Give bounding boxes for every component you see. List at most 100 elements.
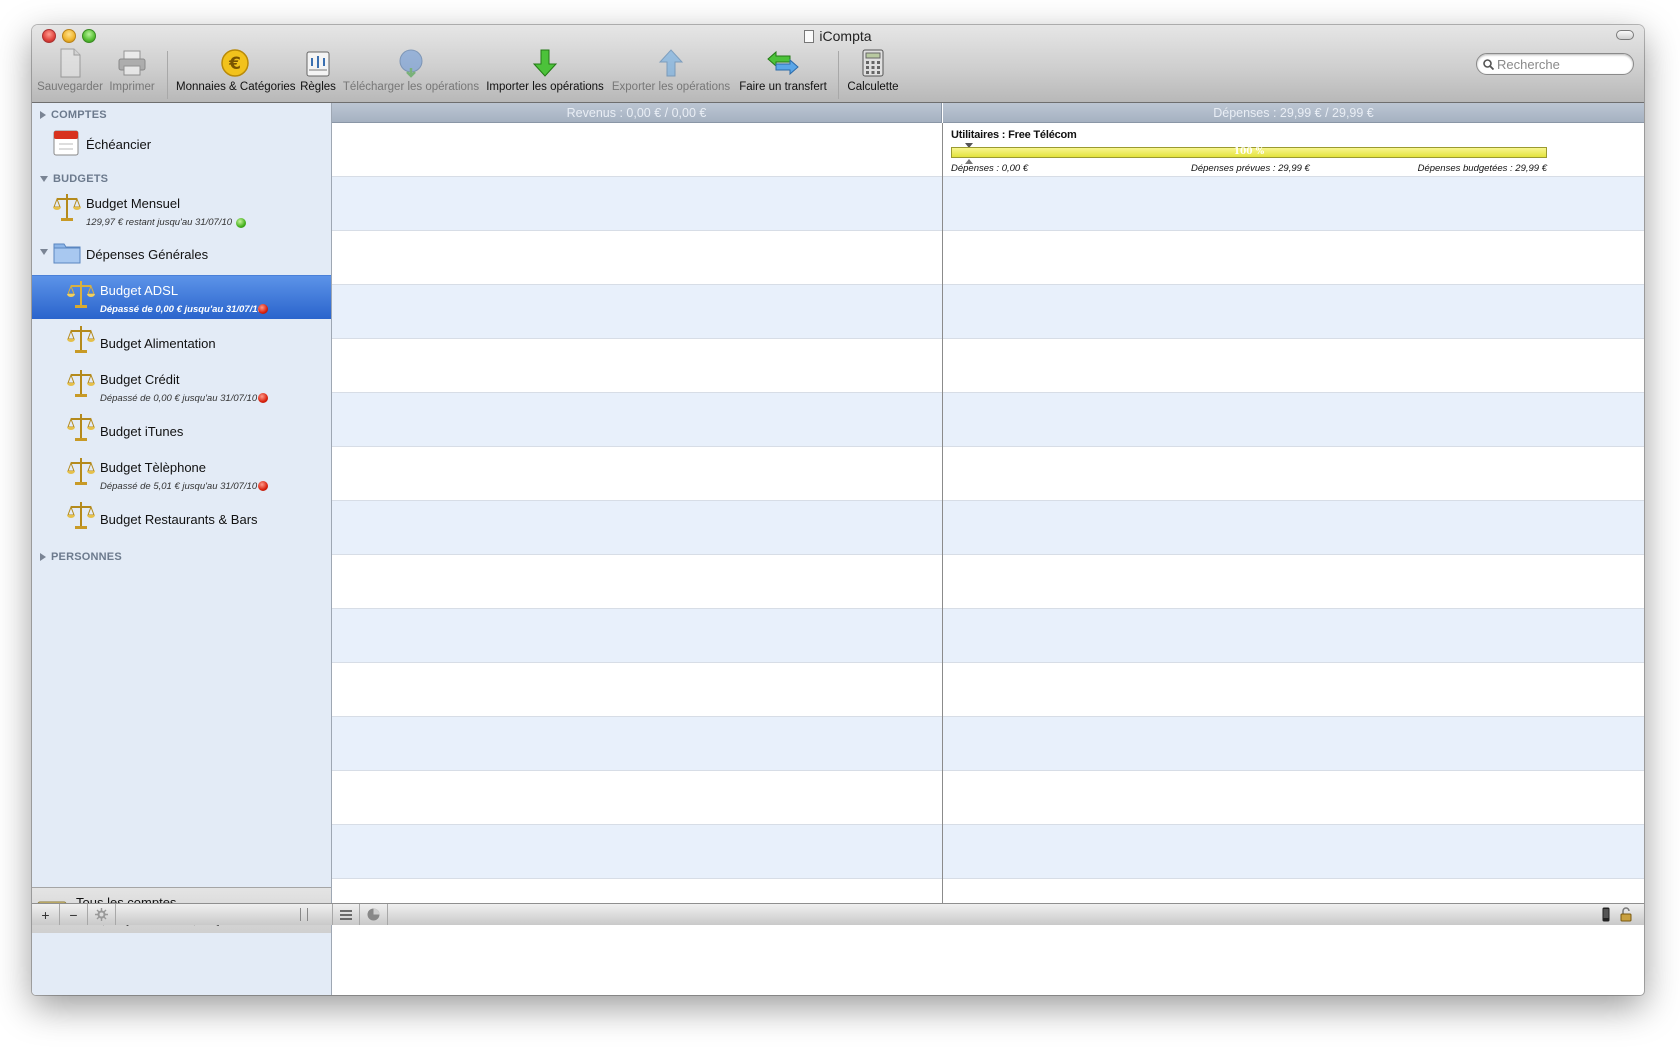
scale-icon	[66, 455, 96, 487]
toolbar: Sauvegarder Imprimer € Monnaies & Catégo…	[32, 47, 1644, 103]
status-over-icon	[258, 393, 268, 403]
budget-overview: Revenus : 0,00 € / 0,00 € Dépenses : 29,…	[332, 103, 1644, 903]
scale-icon	[52, 191, 82, 223]
blue-up-arrow-icon	[610, 47, 732, 79]
group-header-personnes[interactable]: PERSONNES	[40, 551, 122, 563]
rules-button[interactable]: Règles	[298, 47, 338, 103]
disclosure-triangle-icon[interactable]	[40, 176, 48, 182]
disclosure-triangle-icon[interactable]	[40, 111, 46, 119]
depenses-column: Utilitaires : Free Télécom 100 % Dépense…	[943, 123, 1644, 903]
sidebar-item-budget-restaurants[interactable]: Budget Restaurants & Bars	[32, 497, 331, 541]
table-row	[332, 285, 942, 339]
status-over-icon	[258, 481, 268, 491]
document-icon	[804, 30, 815, 43]
group-header-budgets[interactable]: BUDGETS	[40, 173, 108, 185]
budget-row-free-telecom[interactable]: Utilitaires : Free Télécom 100 % Dépense…	[943, 123, 1644, 177]
save-button[interactable]: Sauvegarder	[36, 47, 104, 103]
calculator-button[interactable]: Calculette	[844, 47, 902, 103]
sidebar-item-budget-itunes[interactable]: Budget iTunes	[32, 409, 331, 453]
chart-view-button[interactable]	[360, 904, 388, 925]
transfer-button[interactable]: Faire un transfert	[736, 47, 830, 103]
scale-icon	[66, 411, 96, 443]
calculator-icon	[844, 47, 902, 79]
action-menu-button[interactable]	[88, 904, 116, 925]
app-window: iCompta Sauvegarder Imprimer € Monnaies …	[32, 25, 1644, 995]
sidebar-item-budget-mensuel[interactable]: Budget Mensuel 129,97 € restant jusqu'au…	[32, 189, 331, 233]
svg-text:€: €	[228, 54, 241, 74]
rules-icon	[298, 47, 338, 79]
sidebar-resize-handle[interactable]	[300, 908, 308, 921]
table-row	[943, 879, 1644, 903]
download-operations-button[interactable]: Télécharger les opérations	[342, 47, 480, 103]
list-icon	[340, 909, 352, 920]
toolbar-separator	[167, 51, 168, 99]
table-row	[943, 501, 1644, 555]
euro-coin-icon: €	[176, 47, 294, 79]
scale-icon	[66, 278, 96, 310]
sidebar-item-budget-alimentation[interactable]: Budget Alimentation	[32, 321, 331, 365]
table-row	[943, 771, 1644, 825]
status-ok-icon	[236, 218, 246, 228]
toolbar-separator	[838, 51, 839, 99]
table-row	[332, 771, 942, 825]
scale-icon	[66, 499, 96, 531]
export-operations-button[interactable]: Exporter les opérations	[610, 47, 732, 103]
table-row	[943, 825, 1644, 879]
globe-download-icon	[342, 47, 480, 79]
currencies-categories-button[interactable]: € Monnaies & Catégories	[176, 47, 296, 103]
plus-icon: +	[41, 906, 50, 923]
planned-label: Dépenses prévues : 29,99 €	[1191, 163, 1310, 174]
table-row	[332, 555, 942, 609]
device-sync-icon[interactable]	[1602, 907, 1610, 927]
table-row	[943, 717, 1644, 771]
import-operations-button[interactable]: Importer les opérations	[484, 47, 606, 103]
table-row	[332, 339, 942, 393]
table-row	[943, 231, 1644, 285]
sidebar-item-budget-credit[interactable]: Budget Crédit Dépassé de 0,00 € jusqu'au…	[32, 365, 331, 409]
table-row	[943, 285, 1644, 339]
sidebar-item-budget-telephone[interactable]: Budget Tèlèphone Dépassé de 5,01 € jusqu…	[32, 453, 331, 497]
table-row	[332, 231, 942, 285]
scale-icon	[66, 323, 96, 355]
budgeted-label: Dépenses budgetées : 29,99 €	[1417, 163, 1547, 174]
table-row	[943, 447, 1644, 501]
search-field[interactable]	[1476, 53, 1634, 75]
search-icon	[1483, 58, 1494, 70]
group-header-comptes[interactable]: COMPTES	[40, 109, 107, 121]
save-doc-icon	[36, 47, 104, 79]
green-down-arrow-icon	[484, 47, 606, 79]
spent-label: Dépenses : 0,00 €	[951, 163, 1029, 174]
lock-icon[interactable]	[1620, 907, 1632, 927]
sidebar-item-budget-adsl[interactable]: Budget ADSL Dépassé de 0,00 € jusqu'au 3…	[32, 275, 331, 319]
sidebar-item-depenses-generales[interactable]: Dépenses Générales	[32, 235, 331, 273]
budget-progress-bar: 100 %	[951, 147, 1547, 158]
toolbar-toggle-button[interactable]	[1616, 30, 1634, 40]
table-row	[332, 177, 942, 231]
disclosure-triangle-icon[interactable]	[40, 553, 46, 561]
folder-icon	[52, 237, 82, 269]
table-row	[332, 717, 942, 771]
transfer-arrows-icon	[736, 47, 830, 79]
remove-button[interactable]: −	[60, 904, 88, 925]
sidebar-item-echeancier[interactable]: Échéancier	[32, 125, 331, 161]
title-bar: iCompta Sauvegarder Imprimer € Monnaies …	[32, 25, 1644, 103]
table-row	[943, 663, 1644, 717]
table-row	[943, 177, 1644, 231]
budget-card-title: Utilitaires : Free Télécom	[951, 129, 1077, 141]
search-input[interactable]	[1497, 56, 1627, 72]
revenus-column	[332, 123, 942, 903]
table-row	[943, 339, 1644, 393]
window-title: iCompta	[32, 27, 1644, 45]
print-button[interactable]: Imprimer	[104, 47, 160, 103]
depenses-column-header: Dépenses : 29,99 € / 29,99 €	[943, 103, 1644, 123]
disclosure-triangle-icon[interactable]	[40, 249, 48, 255]
sidebar: COMPTES Échéancier BUDGETS Budget Mensue…	[32, 103, 332, 995]
minus-icon: −	[69, 906, 78, 923]
scale-icon	[66, 367, 96, 399]
table-row	[943, 393, 1644, 447]
table-row	[332, 825, 942, 879]
table-row	[332, 879, 942, 903]
list-view-button[interactable]	[332, 904, 360, 925]
add-button[interactable]: +	[32, 904, 60, 925]
table-row	[332, 123, 942, 177]
